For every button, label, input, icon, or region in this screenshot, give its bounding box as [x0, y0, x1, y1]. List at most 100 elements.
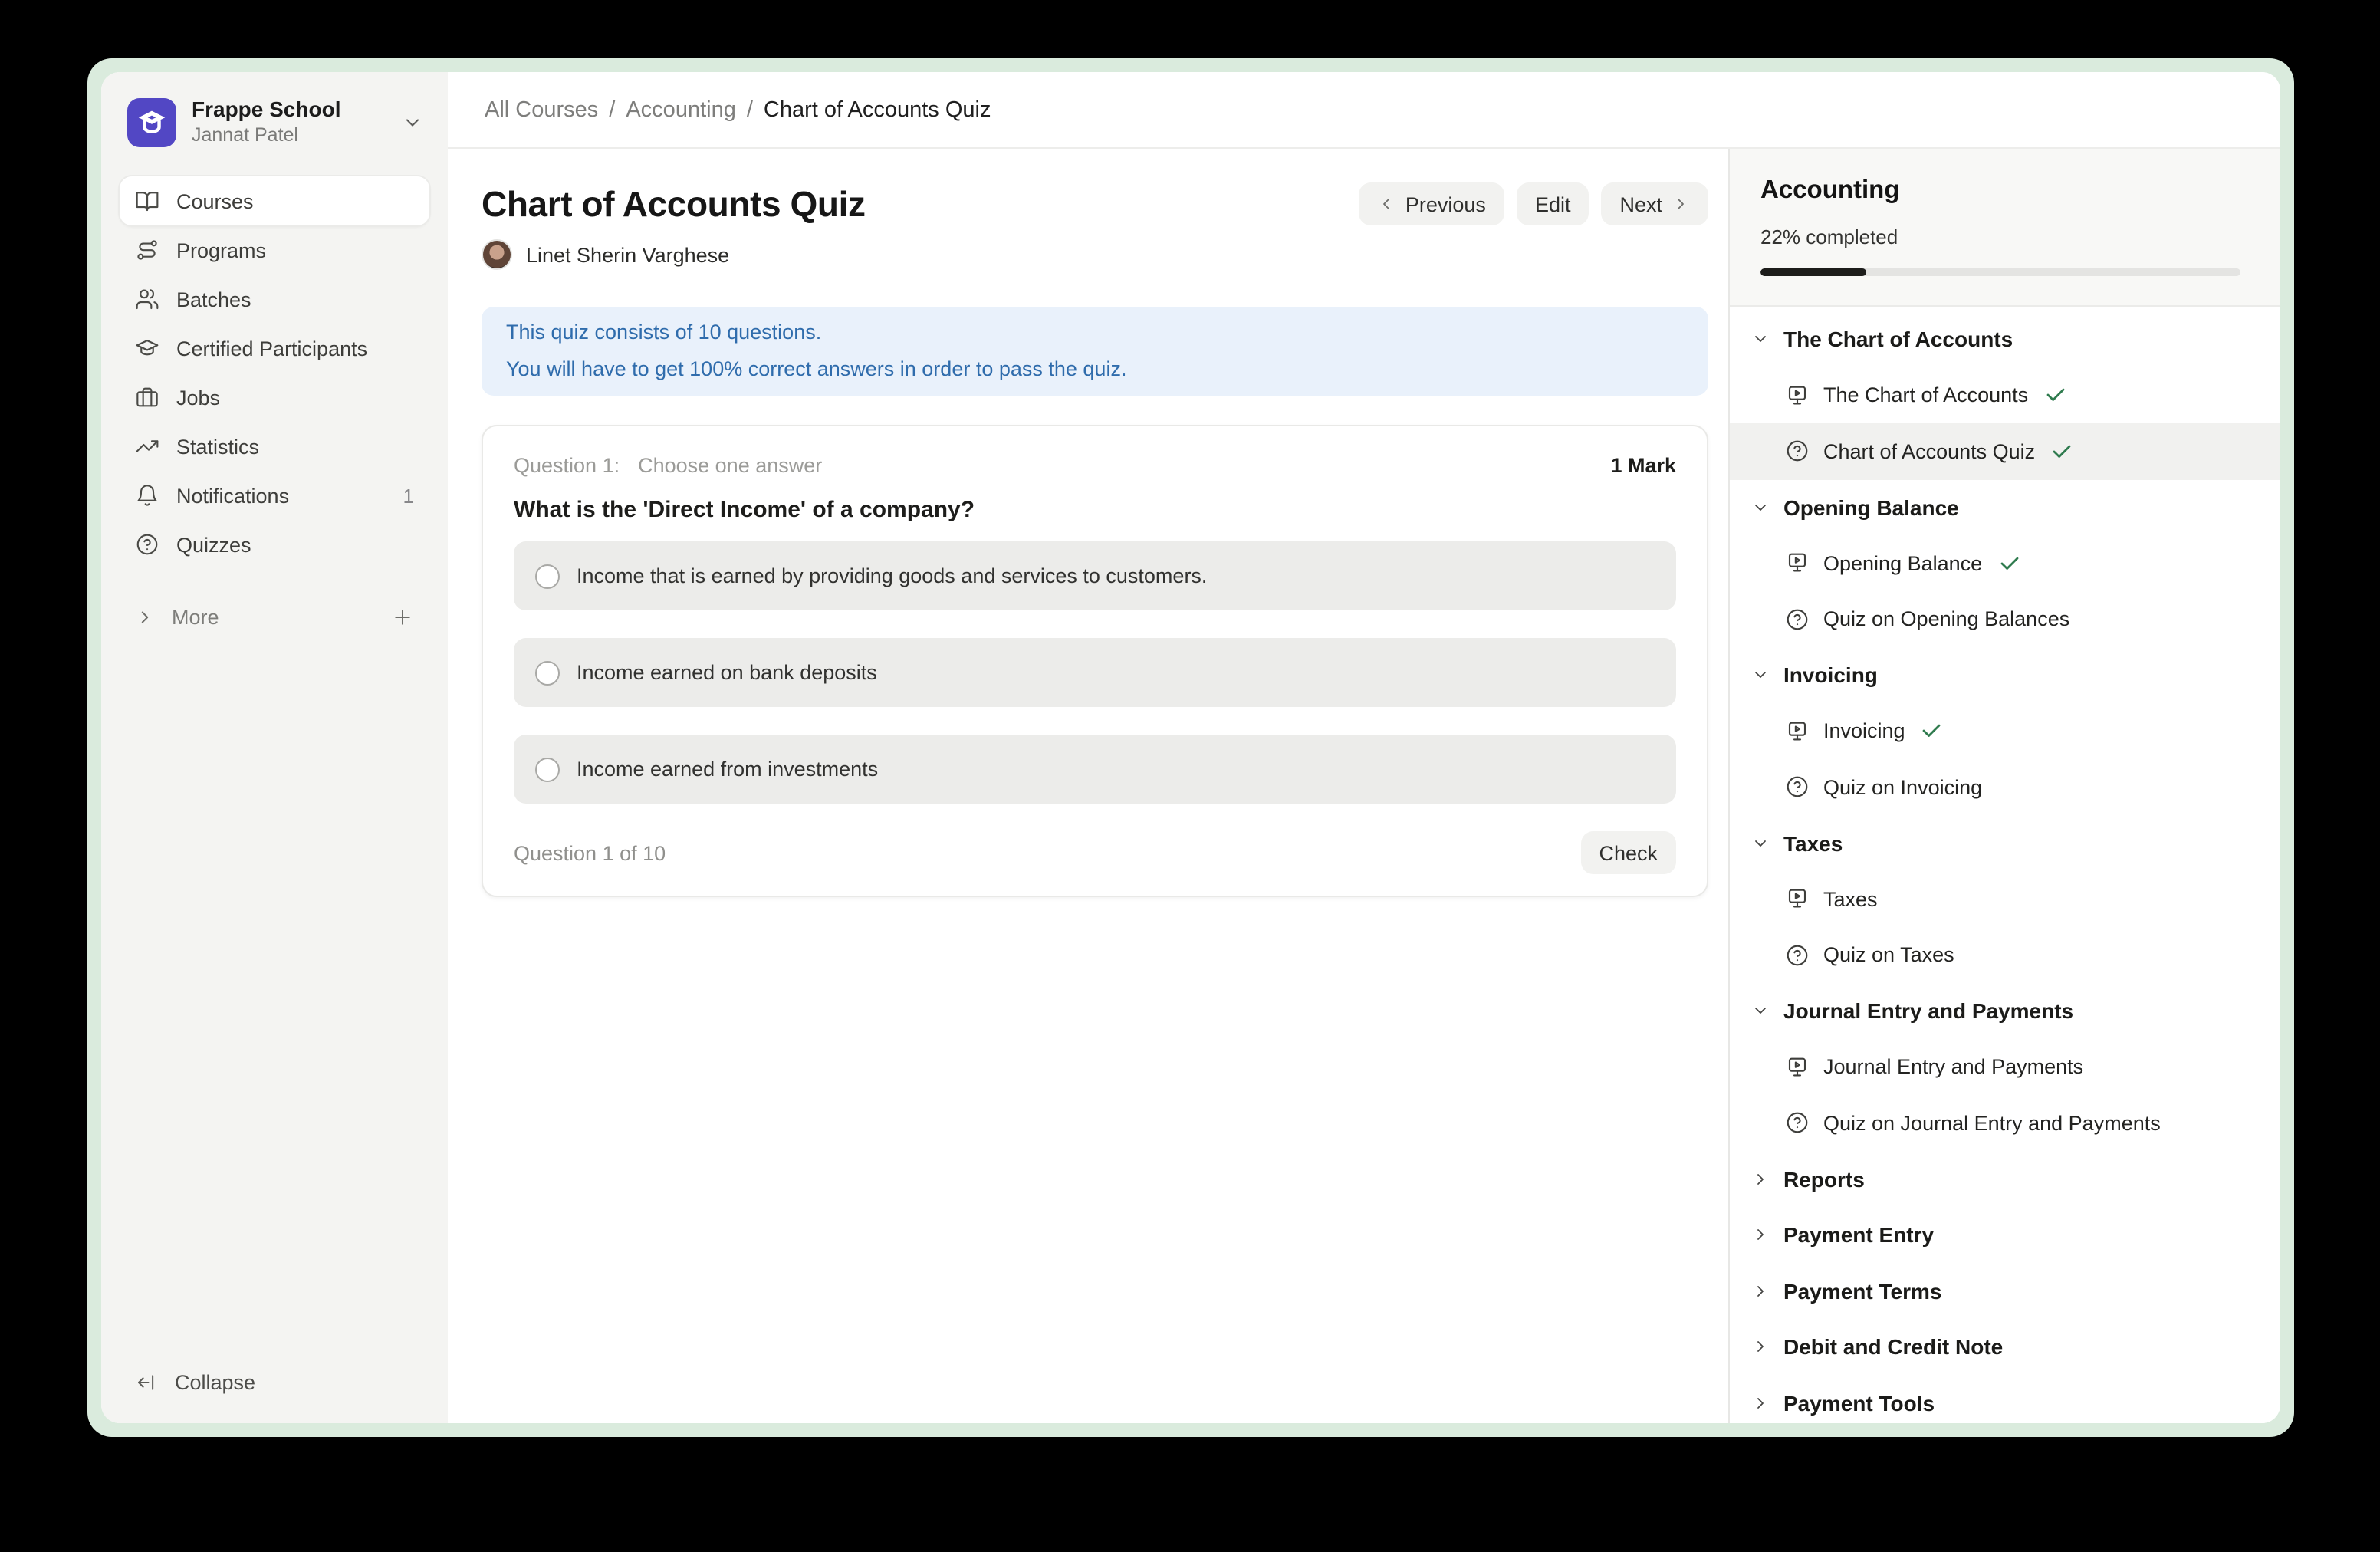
outline-section-title: The Chart of Accounts: [1783, 327, 2013, 352]
answer-option-1[interactable]: Income that is earned by providing goods…: [514, 541, 1676, 610]
outline-item-invoicing[interactable]: Invoicing: [1730, 703, 2280, 759]
answer-option-label: Income earned from investments: [577, 758, 878, 781]
radio-icon[interactable]: [535, 757, 560, 781]
outline-item-label: Taxes: [1823, 888, 1878, 911]
sidebar-item-batches[interactable]: Batches: [120, 275, 429, 324]
outline-section-header[interactable]: Debit and Credit Note: [1730, 1319, 2280, 1375]
chevron-down-icon: [1751, 1002, 1770, 1021]
course-outline-panel: Accounting 22% completed The Chart of Ac…: [1728, 149, 2280, 1423]
chevron-down-icon: [1751, 498, 1770, 517]
outline-section-title: Debit and Credit Note: [1783, 1335, 2003, 1360]
chevron-right-icon: [1751, 1282, 1770, 1300]
outline-item-label: Quiz on Taxes: [1823, 944, 1954, 967]
progress-text: 22% completed: [1760, 225, 2250, 248]
breadcrumb-link-all-courses[interactable]: All Courses: [485, 97, 598, 122]
quiz-icon: [1785, 607, 1810, 632]
quiz-icon: [1785, 775, 1810, 800]
breadcrumb-separator: /: [609, 97, 615, 122]
app-window: Frappe School Jannat Patel Courses Progr…: [87, 58, 2294, 1437]
breadcrumb-link-accounting[interactable]: Accounting: [626, 97, 736, 122]
outline-item-quiz-on-invoicing[interactable]: Quiz on Invoicing: [1730, 759, 2280, 815]
chevron-left-icon: [1378, 195, 1396, 213]
sidebar-item-statistics[interactable]: Statistics: [120, 422, 429, 471]
sidebar-item-programs[interactable]: Programs: [120, 225, 429, 275]
chevron-down-icon: [1751, 330, 1770, 349]
outline-section-debit-and-credit-note: Debit and Credit Note: [1730, 1319, 2280, 1375]
outline-item-label: Quiz on Journal Entry and Payments: [1823, 1112, 2161, 1135]
sidebar-item-jobs[interactable]: Jobs: [120, 373, 429, 422]
left-sidebar: Frappe School Jannat Patel Courses Progr…: [101, 72, 448, 1423]
users-icon: [135, 287, 159, 311]
outline-item-quiz-on-opening-balances[interactable]: Quiz on Opening Balances: [1730, 591, 2280, 647]
question-card: Question 1: Choose one answer 1 Mark Wha…: [482, 425, 1708, 897]
notice-line: This quiz consists of 10 questions.: [506, 314, 1684, 351]
collapse-left-icon: [135, 1370, 158, 1393]
quiz-notice: This quiz consists of 10 questions. You …: [482, 307, 1708, 396]
sidebar-menu: Courses Programs Batches Certified Parti…: [120, 176, 429, 569]
sidebar-item-quizzes[interactable]: Quizzes: [120, 520, 429, 569]
page-title: Chart of Accounts Quiz: [482, 182, 866, 225]
screen: Frappe School Jannat Patel Courses Progr…: [0, 0, 2380, 1552]
outline-section-header[interactable]: Payment Entry: [1730, 1207, 2280, 1263]
outline-section-header[interactable]: Journal Entry and Payments: [1730, 983, 2280, 1039]
outline-item-opening-balance[interactable]: Opening Balance: [1730, 535, 2280, 591]
quiz-icon: [1785, 943, 1810, 968]
outline-section-header[interactable]: Invoicing: [1730, 647, 2280, 703]
chevron-right-icon: [1751, 1170, 1770, 1189]
outline-section-header[interactable]: The Chart of Accounts: [1730, 311, 2280, 367]
frappe-school-app: Frappe School Jannat Patel Courses Progr…: [101, 72, 2280, 1423]
workspace-switcher[interactable]: Frappe School Jannat Patel: [120, 87, 429, 156]
course-title: Accounting: [1760, 176, 2250, 206]
course-outline: The Chart of Accounts The Chart of Accou…: [1730, 307, 2280, 1423]
outline-item-taxes[interactable]: Taxes: [1730, 871, 2280, 927]
answer-option-3[interactable]: Income earned from investments: [514, 735, 1676, 804]
answer-option-2[interactable]: Income earned on bank deposits: [514, 638, 1676, 707]
outline-item-quiz-on-taxes[interactable]: Quiz on Taxes: [1730, 927, 2280, 983]
outline-section-header[interactable]: Reports: [1730, 1151, 2280, 1207]
trending-up-icon: [135, 434, 159, 459]
author: Linet Sherin Varghese: [482, 239, 1708, 270]
outline-item-journal-entry-and-payments[interactable]: Journal Entry and Payments: [1730, 1039, 2280, 1095]
outline-section-title: Journal Entry and Payments: [1783, 999, 2073, 1024]
radio-icon[interactable]: [535, 564, 560, 588]
outline-section-title: Invoicing: [1783, 663, 1878, 688]
outline-section-header[interactable]: Taxes: [1730, 815, 2280, 871]
check-icon: [2043, 384, 2066, 407]
chevron-right-icon: [1672, 195, 1690, 213]
sidebar-item-certified-participants[interactable]: Certified Participants: [120, 324, 429, 373]
outline-section-title: Payment Terms: [1783, 1279, 1941, 1304]
author-name: Linet Sherin Varghese: [526, 243, 729, 266]
sidebar-item-label: Quizzes: [176, 533, 251, 556]
previous-button[interactable]: Previous: [1359, 182, 1504, 225]
collapse-sidebar-button[interactable]: Collapse: [120, 1359, 429, 1405]
sidebar-item-notifications[interactable]: Notifications 1: [120, 471, 429, 520]
question-text: What is the 'Direct Income' of a company…: [514, 497, 1676, 523]
check-button[interactable]: Check: [1580, 831, 1676, 874]
sidebar-item-courses[interactable]: Courses: [120, 176, 429, 225]
check-icon: [2050, 440, 2073, 463]
chevron-down-icon: [1751, 666, 1770, 685]
outline-section-header[interactable]: Payment Tools: [1730, 1375, 2280, 1423]
lesson-icon: [1785, 383, 1810, 408]
outline-item-chart-of-accounts-quiz[interactable]: Chart of Accounts Quiz: [1730, 423, 2280, 479]
brand-name: Frappe School: [192, 97, 340, 123]
sidebar-item-label: Batches: [176, 288, 251, 311]
answer-option-label: Income that is earned by providing goods…: [577, 564, 1207, 587]
sidebar-item-more[interactable]: More: [120, 592, 429, 641]
outline-section-header[interactable]: Opening Balance: [1730, 479, 2280, 535]
outline-section-title: Taxes: [1783, 831, 1843, 856]
radio-icon[interactable]: [535, 660, 560, 685]
breadcrumb-bar: All Courses/Accounting/Chart of Accounts…: [448, 72, 2280, 149]
outline-item-quiz-on-journal-entry-and-payments[interactable]: Quiz on Journal Entry and Payments: [1730, 1095, 2280, 1151]
edit-button[interactable]: Edit: [1517, 182, 1589, 225]
outline-item-label: Journal Entry and Payments: [1823, 1056, 2083, 1079]
add-button[interactable]: [391, 605, 414, 628]
outline-section-title: Payment Tools: [1783, 1391, 1935, 1416]
next-button[interactable]: Next: [1601, 182, 1708, 225]
outline-section-header[interactable]: Payment Terms: [1730, 1263, 2280, 1319]
outline-item-the-chart-of-accounts[interactable]: The Chart of Accounts: [1730, 367, 2280, 423]
lesson-icon: [1785, 719, 1810, 744]
outline-item-label: Invoicing: [1823, 720, 1905, 743]
bell-icon: [135, 483, 159, 508]
answer-option-label: Income earned on bank deposits: [577, 661, 877, 684]
